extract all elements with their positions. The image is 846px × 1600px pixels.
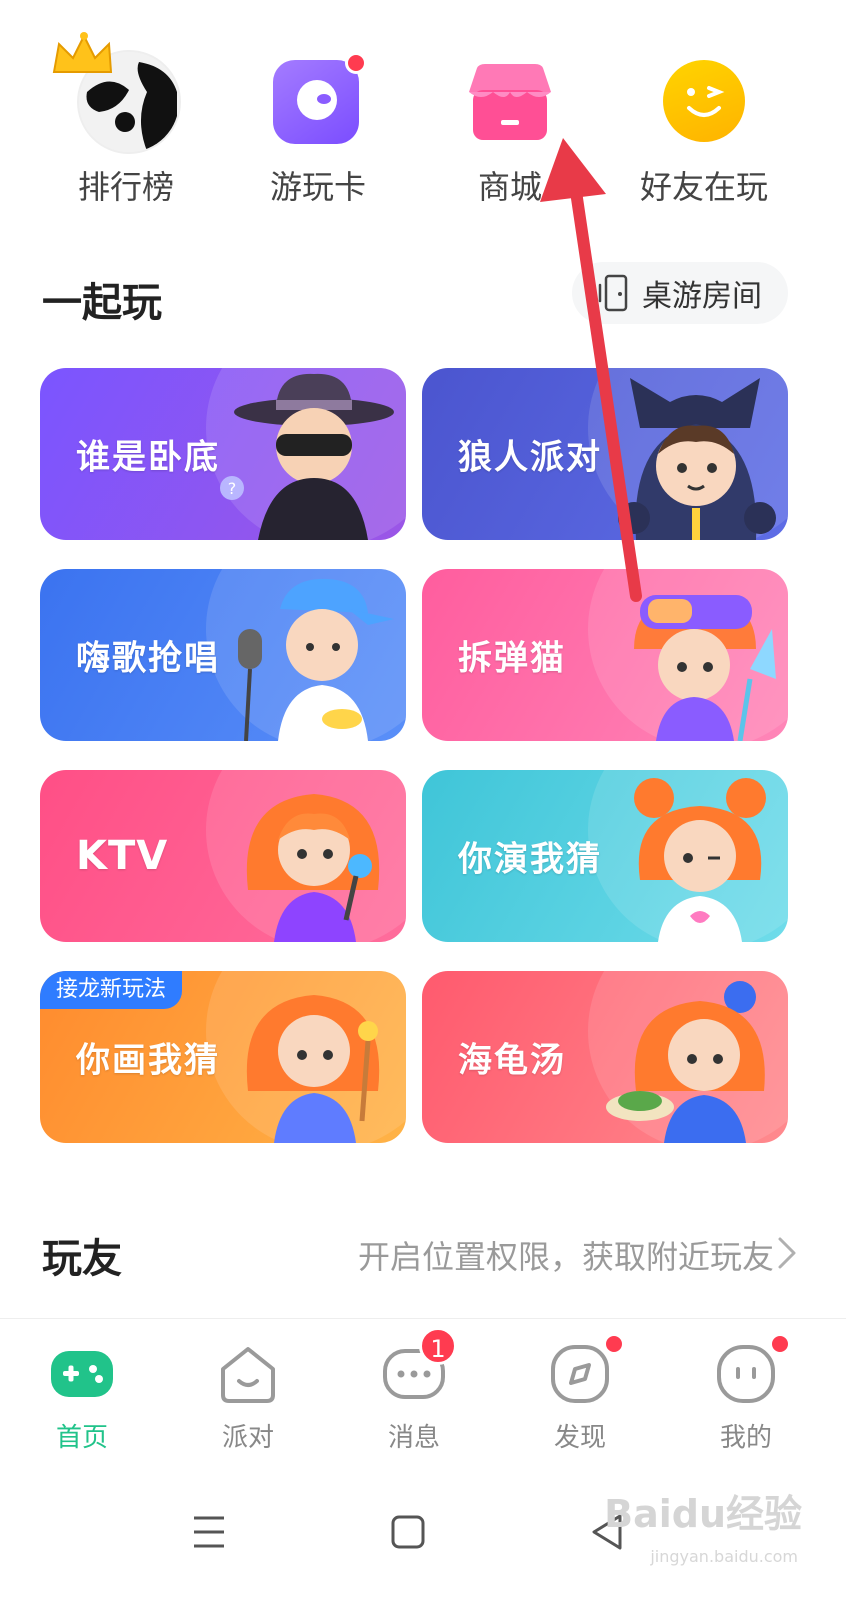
- new-dot: [345, 52, 367, 74]
- game-card-draw-guess[interactable]: 接龙新玩法 你画我猜: [40, 971, 406, 1143]
- new-dot: [603, 1333, 625, 1355]
- bomb-cat-character-icon: [634, 595, 776, 741]
- play-card-icon: [273, 60, 359, 144]
- compass-icon: [551, 1345, 609, 1403]
- entry-label: 好友在玩: [639, 168, 768, 206]
- system-nav-bar: Baidu经验 jingyan.baidu.com: [0, 1468, 846, 1600]
- game-card-undercover[interactable]: ? 谁是卧底: [40, 368, 406, 540]
- nav-label: 首页: [55, 1423, 108, 1453]
- chevron-right-icon[interactable]: [776, 1236, 798, 1270]
- location-permission-link[interactable]: 开启位置权限，获取附近玩友: [358, 1232, 774, 1278]
- nav-party[interactable]: 派对: [188, 1341, 308, 1454]
- unread-badge: 1: [419, 1327, 457, 1365]
- nav-label: 消息: [387, 1423, 440, 1453]
- game-card-turtle-soup[interactable]: 海龟汤: [422, 971, 788, 1143]
- game-card-bomb-cat[interactable]: 拆弹猫: [422, 569, 788, 741]
- gamepad-icon: [51, 1351, 113, 1397]
- entry-play-card[interactable]: 游玩卡: [228, 30, 408, 208]
- werewolf-character-icon: [618, 378, 776, 540]
- nav-label: 发现: [553, 1423, 606, 1453]
- spy-character-icon: ?: [220, 373, 394, 540]
- board-game-room-button[interactable]: 桌游房间: [572, 262, 788, 324]
- party-house-icon: [221, 1347, 275, 1403]
- game-card-charades[interactable]: 你演我猜: [422, 770, 788, 942]
- nav-me[interactable]: 我的: [686, 1333, 806, 1454]
- entry-label: 游玩卡: [269, 168, 366, 206]
- profile-face-icon: [717, 1345, 775, 1403]
- game-label: KTV: [76, 833, 169, 879]
- entry-friends-playing[interactable]: 好友在玩: [614, 30, 794, 208]
- nav-messages[interactable]: 1 消息: [354, 1327, 474, 1454]
- door-icon: [598, 274, 628, 312]
- bottom-nav: 首页 派对 1 消息 发现 我的: [0, 1318, 846, 1468]
- game-label: 你画我猜: [76, 1040, 220, 1081]
- turtle-soup-character-icon: [606, 981, 765, 1143]
- game-label: 谁是卧底: [76, 437, 220, 478]
- game-label: 海龟汤: [458, 1040, 566, 1081]
- entry-label: 排行榜: [77, 168, 174, 206]
- crown-icon: [52, 32, 113, 73]
- new-dot: [769, 1333, 791, 1355]
- singer-character-icon: [238, 578, 394, 741]
- shop-icon: [469, 64, 551, 140]
- game-label: 拆弹猫: [458, 638, 566, 679]
- home-square-icon[interactable]: [378, 1502, 438, 1562]
- game-card-ktv[interactable]: KTV: [40, 770, 406, 942]
- game-card-werewolf[interactable]: 狼人派对: [422, 368, 788, 540]
- nav-label: 派对: [221, 1423, 274, 1453]
- watermark-logo: Baidu经验: [604, 1492, 802, 1536]
- friends-title: 玩友: [42, 1236, 122, 1282]
- nav-discover[interactable]: 发现: [520, 1333, 640, 1454]
- ktv-character-icon: [246, 794, 380, 942]
- game-card-sing[interactable]: 嗨歌抢唱: [40, 569, 406, 741]
- charades-character-icon: [634, 778, 766, 942]
- game-label: 你演我猜: [458, 839, 602, 880]
- nav-home[interactable]: 首页: [22, 1341, 142, 1454]
- entry-shop[interactable]: 商城: [420, 30, 600, 208]
- svg-text:?: ?: [228, 479, 237, 498]
- painter-character-icon: [246, 995, 380, 1143]
- new-mode-tag: 接龙新玩法: [40, 971, 183, 1009]
- entry-label: 商城: [477, 168, 542, 206]
- entry-ranking[interactable]: 排行榜: [36, 30, 216, 208]
- friends-playing-icon: [663, 60, 745, 142]
- section-title: 一起玩: [42, 280, 162, 326]
- top-entries: 排行榜 游玩卡 商城 好友在玩: [0, 30, 846, 230]
- game-label: 嗨歌抢唱: [76, 638, 220, 679]
- menu-icon[interactable]: [178, 1502, 238, 1562]
- game-label: 狼人派对: [458, 437, 602, 478]
- watermark-url: jingyan.baidu.com: [650, 1547, 798, 1566]
- nav-label: 我的: [719, 1423, 772, 1453]
- room-button-label: 桌游房间: [642, 279, 762, 314]
